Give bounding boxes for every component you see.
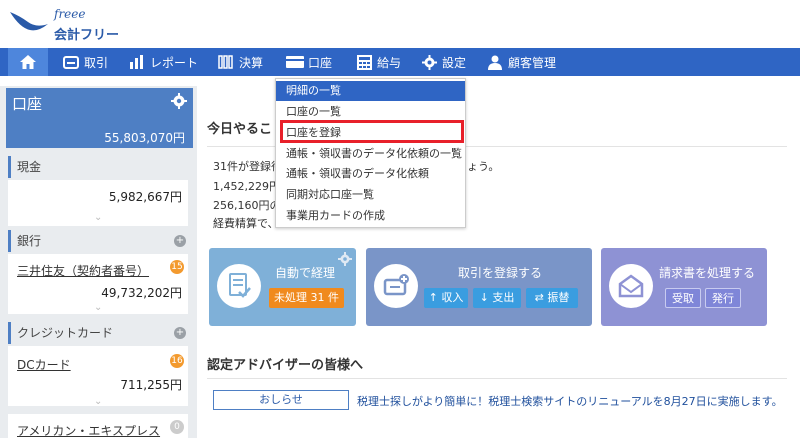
accounts-dropdown-menu: 明細の一覧 口座の一覧 口座を登録 通帳・領収書のデータ化依頼の一覧 通帳・領収… [275, 78, 466, 228]
nav-label: 口座 [308, 55, 333, 70]
gear-icon[interactable] [338, 252, 352, 266]
issue-button[interactable]: 発行 [705, 288, 741, 308]
nav-label: 取引 [84, 55, 109, 70]
income-button[interactable]: ↑ 収入 [424, 288, 468, 308]
todo-tail: ょう。 [467, 160, 500, 173]
cash-section[interactable]: 5,982,667円 ⌄ [8, 180, 188, 226]
nav-label: 設定 [442, 55, 467, 70]
chevron-down-icon[interactable]: ⌄ [94, 396, 104, 407]
accounts-summary[interactable]: 口座 55,803,070円 [6, 88, 193, 148]
notice-link[interactable]: 税理士探しがより簡単に！税理士検索サイトのリニューアルを8月27日に実施します。 [357, 393, 783, 409]
home-icon [20, 55, 36, 69]
main-nav: 取引 レポート 決算 口座 給与 設定 顧客管理 [0, 48, 800, 76]
amex-section: アメリカン・エキスプレス 0 [8, 414, 188, 438]
invoice-card: 請求書を処理する 受取 発行 [601, 248, 767, 326]
sidebar: 口座 55,803,070円 現金 5,982,667円 ⌄ 銀行 + 三井住友… [0, 86, 197, 438]
receive-button[interactable]: 受取 [665, 288, 701, 308]
amex-account-link[interactable]: アメリカン・エキスプレス [17, 422, 160, 438]
bank-section-header: 銀行 + [8, 230, 188, 252]
todo-item[interactable]: 31件が登録待 [213, 158, 282, 174]
envelope-icon [609, 264, 653, 308]
bank-amount: 49,732,202円 [101, 286, 182, 300]
unprocessed-button[interactable]: 未処理 31 件 [269, 288, 344, 308]
bank-account-link[interactable]: 三井住友（契約者番号） [17, 262, 149, 279]
cash-section-header: 現金 [8, 156, 188, 178]
advisor-title: 認定アドバイザーの皆様へ [207, 358, 364, 373]
credit-amount: 711,255円 [120, 378, 182, 392]
bar-chart-icon [128, 55, 146, 69]
highlight-box [280, 120, 464, 143]
nav-payroll[interactable]: 給与 [355, 48, 401, 76]
invoice-title: 請求書を処理する [659, 266, 756, 280]
nav-accounts[interactable]: 口座 [286, 48, 332, 76]
gear-icon [420, 54, 438, 70]
add-card-icon[interactable]: + [174, 327, 186, 339]
nav-reports[interactable]: レポート [128, 48, 198, 76]
person-icon [486, 55, 504, 70]
nav-label: レポート [150, 55, 199, 70]
todo-item[interactable]: 経費精算で、 [213, 215, 279, 231]
menu-item-business-card[interactable]: 事業用カードの作成 [276, 206, 465, 226]
transaction-title: 取引を登録する [458, 266, 543, 280]
settings-gear-icon[interactable] [171, 93, 187, 109]
chevron-down-icon[interactable]: ⌄ [94, 302, 104, 313]
cash-amount: 5,982,667円 [108, 190, 182, 204]
auto-title: 自動で経理 [275, 266, 336, 280]
amex-badge: 0 [170, 420, 184, 434]
logo-name: 会計フリー [54, 28, 120, 43]
nav-closing[interactable]: 決算 [217, 48, 263, 76]
credit-account-link[interactable]: DCカード [17, 356, 71, 373]
notice-button[interactable]: おしらせ [213, 390, 349, 410]
inbox-add-icon [374, 264, 418, 308]
nav-customers[interactable]: 顧客管理 [486, 48, 556, 76]
calculator-icon [355, 54, 373, 70]
register-transaction-card: 取引を登録する ↑ 収入 ↓ 支出 ⇄ 振替 [366, 248, 592, 326]
bank-section: 三井住友（契約者番号） 15 49,732,202円 ⌄ [8, 254, 188, 314]
accounts-total: 55,803,070円 [104, 131, 185, 145]
inbox-icon [62, 55, 80, 69]
credit-badge: 16 [170, 354, 184, 368]
nav-label: 決算 [239, 55, 264, 70]
menu-item-digitization-request[interactable]: 通帳・領収書のデータ化依頼 [276, 164, 465, 184]
bank-label: 銀行 [17, 234, 42, 248]
nav-label: 給与 [377, 55, 402, 70]
document-check-icon [217, 264, 261, 308]
logo-script: freee [53, 7, 85, 21]
chevron-down-icon[interactable]: ⌄ [94, 212, 104, 223]
freee-logo[interactable]: freee 会計フリー [8, 6, 128, 43]
transfer-button[interactable]: ⇄ 振替 [526, 288, 578, 308]
bank-badge: 15 [170, 260, 184, 274]
credit-label: クレジットカード [17, 326, 114, 340]
nav-settings[interactable]: 設定 [420, 48, 466, 76]
top-header: freee 会計フリー [0, 0, 800, 48]
add-bank-icon[interactable]: + [174, 235, 186, 247]
menu-item-account-list[interactable]: 口座の一覧 [276, 102, 465, 122]
expense-button[interactable]: ↓ 支出 [473, 288, 521, 308]
nav-transactions[interactable]: 取引 [62, 48, 108, 76]
todo-item[interactable]: 256,160円の [213, 197, 281, 213]
credit-section-header: クレジットカード + [8, 322, 188, 344]
nav-label: 顧客管理 [508, 55, 557, 70]
auto-accounting-card[interactable]: 自動で経理 未処理 31 件 [209, 248, 356, 326]
nav-home[interactable] [8, 48, 48, 76]
accounts-title: 口座 [12, 95, 43, 113]
menu-item-sync-accounts[interactable]: 同期対応口座一覧 [276, 185, 465, 205]
books-icon [217, 55, 235, 69]
menu-item-statements[interactable]: 明細の一覧 [276, 81, 465, 101]
divider [207, 378, 787, 379]
card-icon [286, 55, 304, 69]
credit-section: DCカード 16 711,255円 ⌄ [8, 346, 188, 407]
cash-label: 現金 [17, 160, 42, 174]
today-title: 今日やるこ [207, 122, 273, 137]
menu-item-digitization-requests[interactable]: 通帳・領収書のデータ化依頼の一覧 [276, 144, 465, 164]
